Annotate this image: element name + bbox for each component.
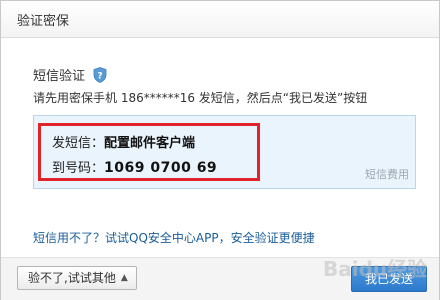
dialog-title: 验证密保 (17, 14, 70, 29)
target-number-value: 1069 0700 69 (104, 160, 218, 176)
fee-note[interactable]: 短信费用 (365, 166, 409, 182)
sms-verify-heading-label: 短信验证 (33, 69, 86, 84)
try-other-method-label: 验不了,试试其他 (28, 271, 116, 285)
sms-content-row: 发短信：配置邮件客户端 (52, 132, 195, 151)
target-number-row: 到号码：1069 0700 69 (52, 157, 217, 176)
target-number-label: 到号码： (52, 161, 105, 176)
i-have-sent-button[interactable]: 我已发送 (351, 266, 427, 292)
dialog-footer: 验不了,试试其他 ▲ 我已发送 (1, 257, 439, 300)
caret-up-icon: ▲ (120, 273, 128, 283)
verify-dialog: 验证密保 短信验证 ? 请先用密保手机 186******16 发短信，然后点“… (0, 0, 440, 300)
dialog-titlebar: 验证密保 (1, 1, 439, 38)
instruction-text: 请先用密保手机 186******16 发短信，然后点“我已发送”按钮 (33, 91, 368, 105)
alternative-app-link[interactable]: 短信用不了？试试QQ安全中心APP，安全验证更便捷 (33, 229, 315, 246)
sms-content-label: 发短信： (52, 136, 105, 151)
try-other-method-button[interactable]: 验不了,试试其他 ▲ (17, 266, 137, 290)
sms-content-value: 配置邮件客户端 (104, 136, 196, 151)
sms-verify-heading: 短信验证 ? (33, 65, 107, 84)
svg-text:?: ? (97, 71, 102, 81)
sms-info-box: 发短信：配置邮件客户端 到号码：1069 0700 69 短信费用 (33, 115, 416, 189)
shield-question-icon[interactable]: ? (93, 66, 107, 83)
